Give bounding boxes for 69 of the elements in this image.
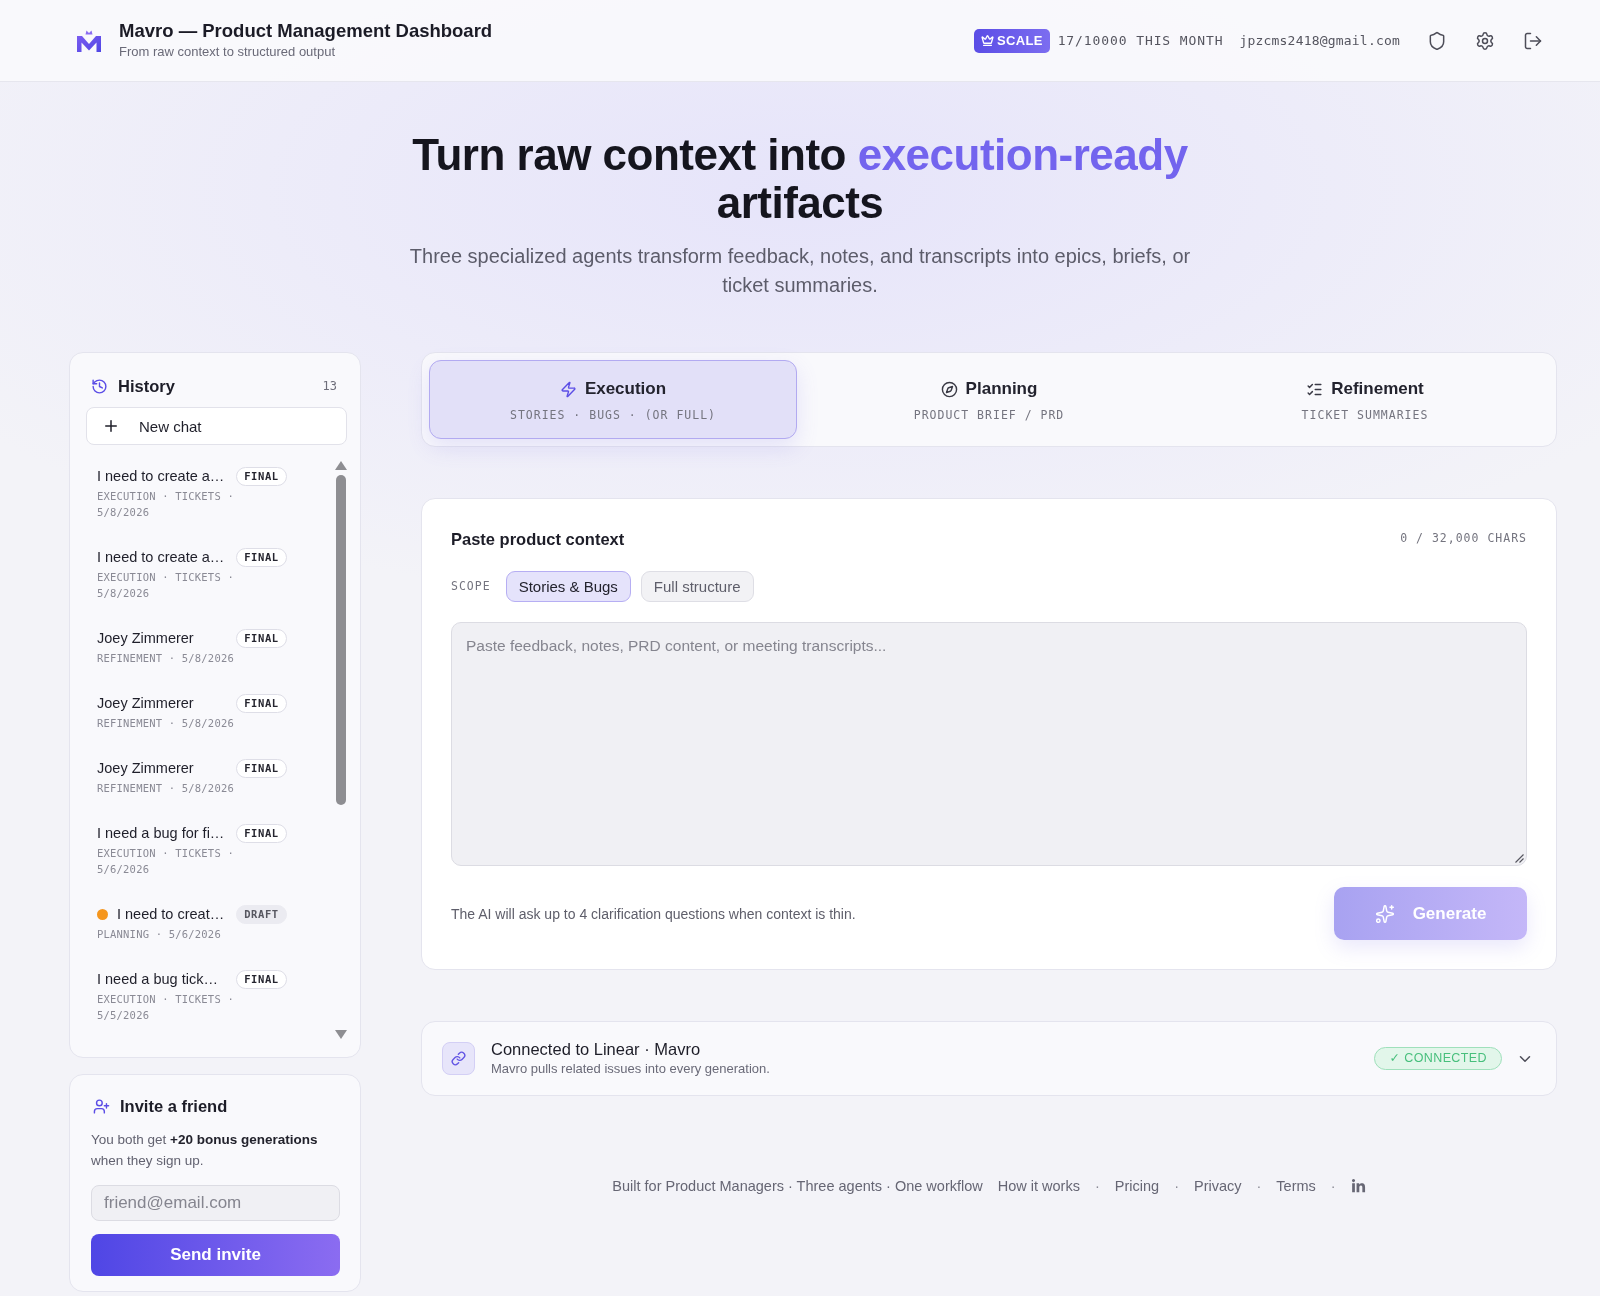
history-item[interactable]: Joey Zimmerer FINAL REFINEMENT · 5/8/2026 [86, 680, 335, 745]
logo-icon [77, 29, 101, 52]
footer-tagline: Built for Product Managers · Three agents · One workflow [612, 1177, 983, 1196]
history-item[interactable]: Joey Zimmerer FINAL REFINEMENT · 5/8/2026 [86, 745, 335, 810]
settings-icon[interactable] [1475, 30, 1495, 51]
footer-link[interactable]: Terms [1276, 1176, 1316, 1196]
shield-icon[interactable] [1427, 30, 1447, 51]
status-badge: FINAL [236, 547, 287, 567]
draft-dot-icon [97, 908, 108, 920]
status-badge: FINAL [236, 693, 287, 713]
plan-label: SCALE [997, 34, 1043, 47]
invite-description: You both get +20 bonus generations when they sign up. [91, 1131, 319, 1170]
mode-tab[interactable]: Planning PRODUCT BRIEF / PRD [805, 360, 1173, 439]
new-chat-button[interactable]: New chat [86, 407, 347, 445]
history-title: History [118, 376, 176, 396]
link-icon [442, 1042, 475, 1075]
history-item[interactable]: I need to create a… FINAL EXECUTION · TICKETS · 5/8/2026 [86, 453, 335, 534]
integration-title: Connected to Linear · Mavro [491, 1039, 702, 1060]
app-title: Mavro — Product Management Dashboard [119, 20, 493, 42]
footer-link[interactable]: How it works [997, 1176, 1080, 1196]
status-badge: FINAL [236, 823, 287, 843]
connection-badge: ✓ CONNECTED [1374, 1047, 1502, 1070]
separator-dot: · [1174, 1177, 1179, 1196]
lightning-icon[interactable] [559, 380, 577, 398]
clarification-hint: The AI will ask up to 4 clarification questions when context is thin. [451, 905, 856, 922]
usage-counter: 17/10000 THIS MONTH [1057, 34, 1224, 47]
history-item[interactable]: Joey Zimmerer FINAL REFINEMENT · 5/8/2026 [86, 615, 335, 680]
scope-option[interactable]: Full structure [640, 571, 754, 602]
send-invite-button[interactable]: Send invite [91, 1234, 340, 1276]
status-badge: FINAL [236, 628, 287, 648]
separator-dot: · [1094, 1177, 1100, 1196]
invite-title: Invite a friend [120, 1096, 228, 1116]
history-item[interactable]: I need a bug for fi… FINAL EXECUTION · TICKETS · 5/6/2026 [86, 810, 335, 891]
plus-icon[interactable] [102, 417, 120, 435]
app-subtitle: From raw context to structured output [119, 43, 337, 61]
compass-icon[interactable] [940, 380, 958, 398]
separator-dot: · [1330, 1177, 1336, 1196]
history-icon [91, 377, 108, 395]
history-count: 13 [322, 380, 337, 392]
status-badge: FINAL [236, 969, 287, 989]
status-badge: FINAL [236, 758, 287, 778]
history-item[interactable]: I need to creat… DRAFT PLANNING · 5/6/2026 [86, 891, 335, 956]
mode-tab[interactable]: Refinement TICKET SUMMARIES [1181, 360, 1549, 439]
account-email: jpzcms2418@gmail.com [1239, 34, 1400, 47]
history-item[interactable]: I need a bug tick… FINAL EXECUTION · TICKETS · 5/5/2026 [86, 956, 335, 1037]
history-item[interactable]: I need to create a… FINAL EXECUTION · TICKETS · 5/8/2026 [86, 534, 335, 615]
scroll-down-icon[interactable] [335, 1030, 347, 1039]
logout-icon[interactable] [1523, 30, 1543, 51]
hero-subtitle: Three specialized agents transform feedback, notes, and transcripts into epics, briefs, or ticket summaries. [408, 244, 1192, 298]
mode-tab[interactable]: Execution STORIES · BUGS · (OR FULL) [429, 360, 797, 439]
separator-dot: · [1256, 1177, 1262, 1196]
linkedin-icon[interactable] [1350, 1178, 1366, 1194]
email-input-field[interactable]: friend@email.com [91, 1185, 340, 1221]
status-badge: DRAFT [236, 904, 287, 924]
status-badge: FINAL [236, 466, 287, 486]
footer-link[interactable]: Privacy [1193, 1176, 1242, 1196]
integration-description: Mavro pulls related issues into every generation. [491, 1060, 771, 1078]
scroll-up-icon[interactable] [335, 461, 347, 470]
user-plus-icon [93, 1097, 110, 1115]
char-counter: 0 / 32,000 CHARS [1400, 533, 1527, 545]
scrollbar-thumb[interactable] [336, 475, 346, 805]
scope-option[interactable]: Stories & Bugs [505, 571, 631, 602]
crown-icon [981, 34, 995, 47]
hero-title: Turn raw context into execution-ready artifacts [411, 131, 1189, 227]
context-title: Paste product context [451, 529, 625, 549]
footer-link[interactable]: Pricing [1114, 1176, 1160, 1196]
scope-label: SCOPE [451, 580, 491, 593]
resize-handle-icon[interactable] [1515, 854, 1524, 863]
context-text-field[interactable]: Paste feedback, notes, PRD content, or meeting transcripts... [451, 622, 1527, 866]
